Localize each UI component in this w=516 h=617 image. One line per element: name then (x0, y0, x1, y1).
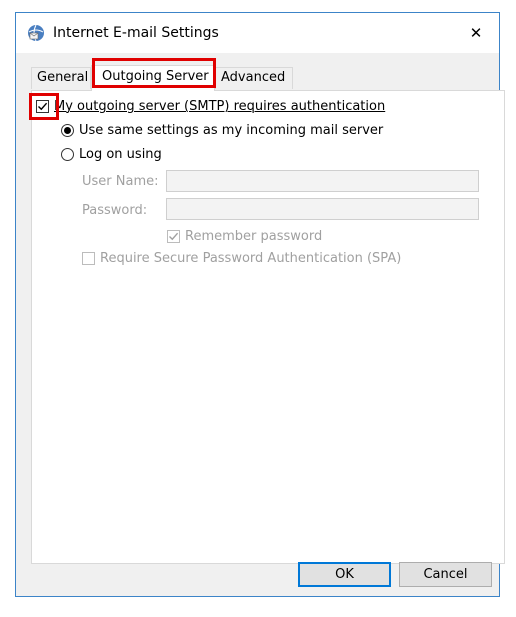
cancel-button[interactable]: Cancel (399, 562, 492, 587)
spa-label: Require Secure Password Authentication (… (100, 251, 402, 266)
password-input[interactable] (166, 198, 479, 220)
auth-required-row[interactable]: My outgoing server (SMTP) requires authe… (36, 99, 385, 114)
ok-button[interactable]: OK (298, 562, 391, 587)
log-on-using-radio[interactable] (61, 148, 74, 161)
auth-required-checkbox[interactable] (36, 100, 49, 113)
log-on-using-label: Log on using (79, 147, 162, 162)
log-on-using-row[interactable]: Log on using (61, 147, 162, 162)
use-same-settings-label: Use same settings as my incoming mail se… (79, 123, 384, 138)
spa-row[interactable]: Require Secure Password Authentication (… (82, 251, 401, 266)
user-name-input[interactable] (166, 170, 479, 192)
use-same-settings-row[interactable]: Use same settings as my incoming mail se… (61, 123, 383, 138)
remember-password-label: Remember password (185, 229, 323, 244)
window-title: Internet E-mail Settings (53, 25, 219, 41)
mail-globe-icon (28, 24, 44, 42)
close-button[interactable]: ✕ (453, 13, 499, 53)
user-name-label: User Name: (82, 174, 159, 189)
checkmark-icon (169, 232, 179, 241)
remember-password-checkbox[interactable] (167, 230, 180, 243)
use-same-settings-radio[interactable] (61, 124, 74, 137)
remember-password-row[interactable]: Remember password (167, 229, 322, 244)
auth-required-label: My outgoing server (SMTP) requires authe… (54, 99, 386, 114)
close-icon: ✕ (469, 24, 483, 42)
password-label: Password: (82, 203, 148, 218)
title-bar: Internet E-mail Settings ✕ (16, 13, 499, 53)
tab-general[interactable]: General (31, 67, 91, 89)
tab-outgoing-server[interactable]: Outgoing Server (91, 65, 215, 91)
checkmark-icon (38, 102, 48, 111)
spa-checkbox[interactable] (82, 252, 95, 265)
tab-advanced[interactable]: Advanced (215, 67, 293, 89)
